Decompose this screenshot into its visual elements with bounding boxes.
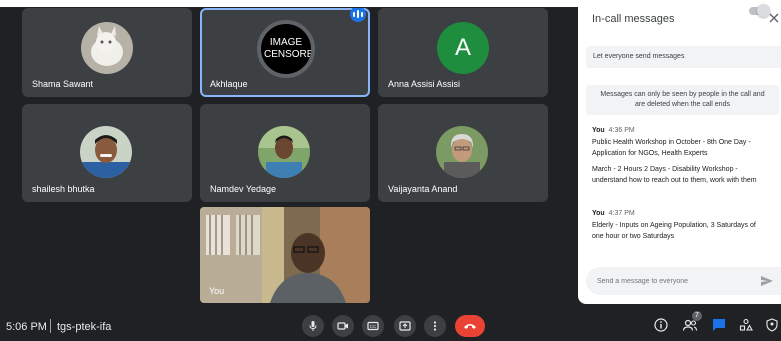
host-controls-button[interactable]	[764, 317, 780, 333]
censored-avatar-text: IMAGE CENSORED	[264, 37, 314, 60]
participant-avatar	[258, 126, 310, 178]
mic-icon	[309, 321, 317, 331]
activities-button[interactable]	[738, 317, 754, 333]
mic-button[interactable]	[302, 315, 324, 337]
participant-tile[interactable]: A Anna Assisi Assisi	[378, 8, 548, 97]
participant-tile[interactable]: shailesh bhutka	[22, 104, 192, 202]
separator	[50, 319, 51, 333]
notice-line: Messages can only be seen by people in t…	[600, 91, 765, 98]
chat-button[interactable]	[711, 317, 727, 333]
meeting-details-button[interactable]	[653, 317, 669, 333]
present-icon	[399, 321, 411, 331]
self-video-tile[interactable]: You	[200, 207, 370, 303]
message-input[interactable]	[586, 267, 762, 295]
participant-name: Akhlaque	[210, 79, 248, 89]
participant-name: Anna Assisi Assisi	[388, 79, 461, 89]
message-line: Public Health Workshop in October - 8th …	[592, 139, 751, 146]
participant-name: Shama Sawant	[32, 79, 94, 89]
camera-icon	[337, 322, 348, 330]
participant-name-self: You	[209, 286, 225, 296]
host-controls-icon	[766, 318, 778, 332]
notice-line: are deleted when the call ends	[635, 101, 730, 108]
message-line: Elderly - Inputs on Ageing Population, 3…	[592, 222, 756, 229]
message-sender: You	[592, 127, 605, 134]
participant-name: Namdev Yedage	[210, 184, 277, 194]
message-time: 4:36 PM	[608, 127, 635, 134]
let-everyone-send-messages-row: Let everyone send messages	[586, 46, 781, 68]
toggle-label: Let everyone send messages	[593, 53, 685, 60]
chat-message: You 4:36 PM Public Health Workshop in Oc…	[592, 127, 772, 186]
participant-name: Vaijayanta Anand	[388, 184, 458, 194]
in-call-messages-panel: In-call messages Let everyone send messa…	[578, 0, 781, 304]
participant-tile[interactable]: Vaijayanta Anand	[378, 104, 548, 202]
message-line: Application for NGOs, Health Experts	[592, 150, 708, 157]
camera-button[interactable]	[332, 315, 354, 337]
speaking-indicator-icon	[350, 8, 366, 22]
avatar-initial: A	[454, 34, 471, 61]
message-composer	[586, 267, 781, 295]
chat-icon	[713, 319, 725, 331]
participant-avatar	[81, 22, 133, 74]
people-count-badge: 7	[692, 311, 702, 321]
toggle-knob[interactable]	[757, 4, 770, 17]
more-icon	[433, 321, 437, 331]
meeting-time: 5:06 PM	[6, 321, 47, 333]
captions-button[interactable]: CC	[362, 315, 384, 337]
participant-tile-active-speaker[interactable]: IMAGE CENSORED Akhlaque	[200, 8, 370, 97]
chat-message: You 4:37 PM Elderly - Inputs on Ageing P…	[592, 210, 772, 242]
panel-title: In-call messages	[592, 13, 675, 25]
activities-icon	[739, 318, 753, 331]
top-strip	[0, 0, 578, 7]
participant-avatar	[436, 126, 488, 178]
participant-avatar: A	[437, 22, 489, 74]
message-line: one hour or two Saturdays	[592, 233, 675, 240]
message-line: understand how to reach out to them, wor…	[592, 177, 757, 184]
message-header: You 4:37 PM	[592, 210, 772, 217]
message-time: 4:37 PM	[608, 210, 635, 217]
meeting-code[interactable]: tgs-ptek-ifa	[57, 321, 111, 333]
self-video-feed	[200, 207, 370, 303]
more-options-button[interactable]	[424, 315, 446, 337]
participant-name: shailesh bhutka	[32, 184, 95, 194]
participant-avatar: IMAGE CENSORED	[257, 20, 315, 78]
end-call-button[interactable]	[455, 315, 485, 337]
info-icon	[654, 318, 668, 332]
participant-tile[interactable]: Shama Sawant	[22, 8, 192, 97]
participant-tile[interactable]: Namdev Yedage	[200, 104, 370, 202]
participant-avatar	[80, 126, 132, 178]
message-text: Public Health Workshop in October - 8th …	[592, 137, 772, 186]
message-text: Elderly - Inputs on Ageing Population, 3…	[592, 220, 772, 242]
captions-icon: CC	[367, 321, 379, 331]
messages-notice: Messages can only be seen by people in t…	[586, 85, 779, 115]
bottom-control-bar: 5:06 PM tgs-ptek-ifa CC	[0, 310, 781, 341]
send-icon[interactable]	[760, 274, 774, 288]
end-call-icon	[464, 324, 476, 329]
message-header: You 4:36 PM	[592, 127, 772, 134]
message-sender: You	[592, 210, 605, 217]
close-icon[interactable]	[768, 12, 780, 24]
svg-text:CC: CC	[370, 324, 377, 329]
present-button[interactable]	[394, 315, 416, 337]
message-line: March - 2 Hours 2 Days - Disability Work…	[592, 166, 738, 173]
